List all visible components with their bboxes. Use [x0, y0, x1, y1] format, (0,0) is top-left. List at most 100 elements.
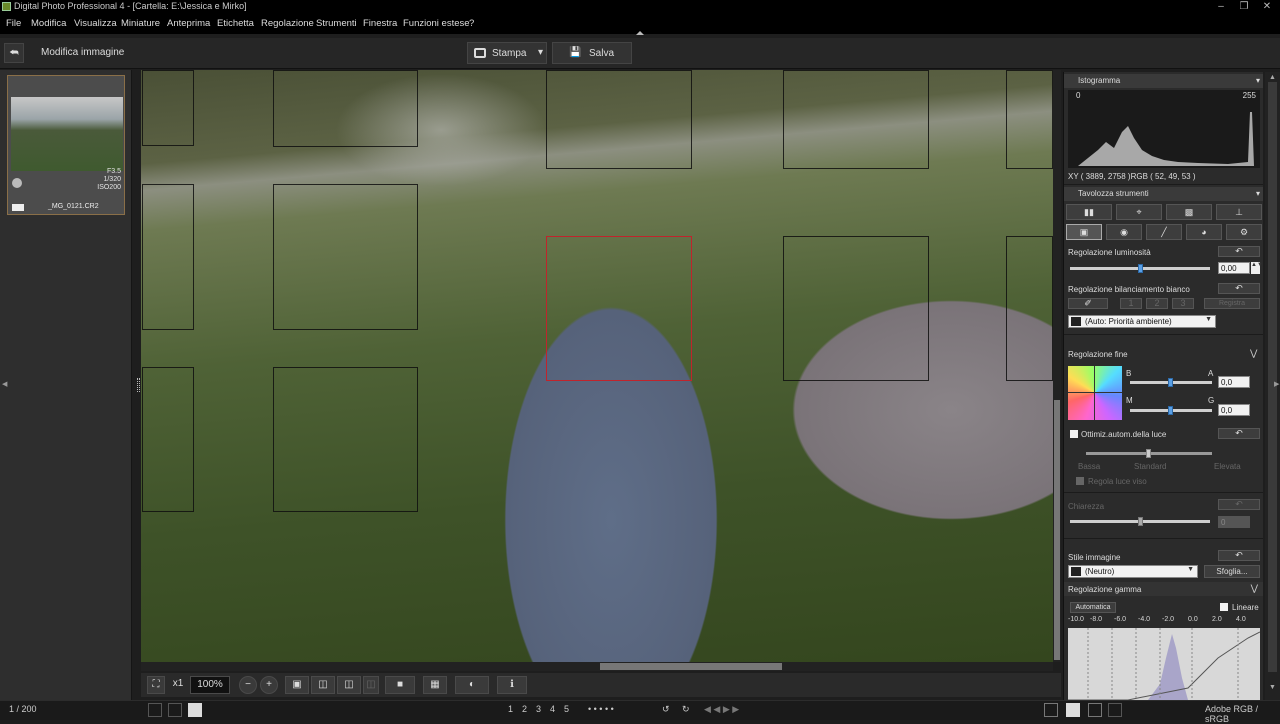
- fine-ba-slider[interactable]: [1130, 378, 1212, 387]
- menu-file[interactable]: File: [6, 18, 21, 29]
- slider-knob[interactable]: [1138, 517, 1143, 526]
- collapse-toolbar-icon[interactable]: [636, 31, 644, 35]
- histogram-header[interactable]: Istogramma ▾: [1064, 74, 1263, 88]
- tool-palette-header[interactable]: Tavolozza strumenti ▾: [1064, 187, 1263, 201]
- color-wheel[interactable]: [1068, 366, 1122, 420]
- rating-1[interactable]: 1: [508, 704, 513, 714]
- vertical-scroll-thumb[interactable]: [1054, 400, 1060, 660]
- alo-checkbox[interactable]: [1070, 430, 1078, 438]
- rotate-right-icon[interactable]: ↻: [682, 704, 690, 715]
- brightness-value[interactable]: 0,00: [1218, 262, 1250, 274]
- chevron-down-icon[interactable]: ▾: [1256, 187, 1260, 201]
- highlight-warning-icon[interactable]: ◐: [455, 676, 489, 694]
- alo-reset-icon[interactable]: ↶: [1218, 428, 1260, 439]
- tab-color[interactable]: ◕: [1186, 224, 1222, 240]
- scroll-down-icon[interactable]: ▼: [1269, 684, 1276, 691]
- gamma-auto-button[interactable]: Automatica: [1070, 602, 1116, 613]
- grid-view-large-icon[interactable]: [188, 703, 202, 717]
- info-icon[interactable]: ℹ: [497, 676, 527, 694]
- label-dots[interactable]: • • • • •: [588, 704, 614, 714]
- layout-icon[interactable]: [1044, 703, 1058, 717]
- clarity-slider[interactable]: [1070, 517, 1210, 526]
- tool-edit-icon[interactable]: ▮▮: [1066, 204, 1112, 220]
- tab-settings[interactable]: ⚙: [1226, 224, 1262, 240]
- wb-preset-3[interactable]: 3: [1172, 298, 1194, 309]
- slider-knob[interactable]: [1146, 449, 1151, 458]
- brightness-slider[interactable]: [1070, 264, 1210, 273]
- browse-button[interactable]: Sfoglia...: [1204, 565, 1260, 578]
- tab-detail[interactable]: ◉: [1106, 224, 1142, 240]
- fine-mg-value[interactable]: 0,0: [1218, 404, 1250, 416]
- back-arrow-icon[interactable]: ⮪: [4, 43, 24, 63]
- zoom-level-select[interactable]: 100%: [190, 676, 230, 694]
- right-scroll-thumb[interactable]: [1268, 82, 1277, 672]
- stamp-icon[interactable]: ⊥: [1216, 204, 1262, 220]
- gamma-graph[interactable]: [1068, 628, 1261, 700]
- compare-view-icon[interactable]: ◫: [311, 676, 335, 694]
- zoom-out-icon[interactable]: −: [239, 676, 257, 694]
- thumbnail-item[interactable]: F3.5 1/320 ISO200 _MG_0121.CR2: [7, 75, 125, 215]
- fullscreen-icon[interactable]: [1088, 703, 1102, 717]
- horizontal-scrollbar[interactable]: [141, 662, 1053, 671]
- navigation-arrows[interactable]: ◀ ◀ ▶ ▶: [704, 704, 739, 715]
- picture-style-select[interactable]: (Neutro) ▼: [1068, 565, 1198, 578]
- menu-visualizza[interactable]: Visualizza: [74, 18, 117, 29]
- slider-knob[interactable]: [1168, 378, 1173, 387]
- tab-tone-curve[interactable]: ╱: [1146, 224, 1182, 240]
- menu-help[interactable]: ?: [469, 18, 474, 29]
- grid-view-small-icon[interactable]: [148, 703, 162, 717]
- linear-checkbox[interactable]: [1220, 603, 1228, 611]
- rating-4[interactable]: 4: [550, 704, 555, 714]
- eyedropper-icon[interactable]: ✐: [1068, 298, 1108, 309]
- fine-mg-slider[interactable]: [1130, 406, 1212, 415]
- menu-strumenti[interactable]: Strumenti: [316, 18, 357, 29]
- zoom-in-icon[interactable]: +: [260, 676, 278, 694]
- single-view-icon[interactable]: [1066, 703, 1080, 717]
- scroll-up-icon[interactable]: ▲: [1269, 74, 1276, 81]
- wb-mode-select[interactable]: (Auto: Priorità ambiente) ▼: [1068, 315, 1216, 328]
- fit-screen-icon[interactable]: ⛶: [147, 676, 165, 694]
- style-reset-icon[interactable]: ↶: [1218, 550, 1260, 561]
- save-button[interactable]: 💾 Salva: [552, 42, 632, 64]
- right-collapse-icon[interactable]: ▶: [1274, 380, 1279, 388]
- splitter-handle[interactable]: [137, 378, 140, 392]
- vertical-scrollbar[interactable]: [1053, 70, 1061, 662]
- expand-icon[interactable]: ⋁: [1251, 583, 1258, 594]
- camera-icon[interactable]: [1108, 703, 1122, 717]
- menu-finestra[interactable]: Finestra: [363, 18, 397, 29]
- gamma-header[interactable]: Regolazione gamma ⋁: [1064, 582, 1263, 596]
- menu-etichetta[interactable]: Etichetta: [217, 18, 254, 29]
- wb-reset-icon[interactable]: ↶: [1218, 283, 1260, 294]
- rating-3[interactable]: 3: [536, 704, 541, 714]
- grid-view-medium-icon[interactable]: [168, 703, 182, 717]
- rating-5[interactable]: 5: [564, 704, 569, 714]
- menu-funzioni-estese[interactable]: Funzioni estese: [403, 18, 470, 29]
- crop-icon[interactable]: ⌖: [1116, 204, 1162, 220]
- wb-register-button[interactable]: Registra: [1204, 298, 1260, 309]
- menu-anteprima[interactable]: Anteprima: [167, 18, 210, 29]
- af-point-toggle-icon[interactable]: ▣: [285, 676, 309, 694]
- image-viewer[interactable]: [141, 70, 1053, 662]
- dust-removal-icon[interactable]: ▩: [1166, 204, 1212, 220]
- close-icon[interactable]: ✕: [1252, 0, 1280, 14]
- sync-view-icon[interactable]: ◫: [363, 676, 379, 694]
- split-view-icon[interactable]: ◫: [337, 676, 361, 694]
- expand-icon[interactable]: ⋁: [1250, 348, 1257, 359]
- face-light-checkbox[interactable]: [1076, 477, 1084, 485]
- brightness-reset-icon[interactable]: ↶: [1218, 246, 1260, 257]
- wb-preset-2[interactable]: 2: [1146, 298, 1168, 309]
- grid-overlay-icon[interactable]: ▦: [423, 676, 447, 694]
- alo-slider[interactable]: [1086, 449, 1212, 458]
- brightness-spinner[interactable]: ▲▼: [1251, 262, 1263, 274]
- menu-regolazione[interactable]: Regolazione: [261, 18, 314, 29]
- horizontal-scroll-thumb[interactable]: [600, 663, 782, 670]
- slider-knob[interactable]: [1168, 406, 1173, 415]
- background-color-icon[interactable]: ■: [385, 676, 415, 694]
- chevron-down-icon[interactable]: ▾: [538, 43, 543, 63]
- menu-miniature[interactable]: Miniature: [121, 18, 160, 29]
- chevron-down-icon[interactable]: ▼: [1187, 566, 1194, 573]
- rating-2[interactable]: 2: [522, 704, 527, 714]
- fine-ba-value[interactable]: 0,0: [1218, 376, 1250, 388]
- clarity-value[interactable]: 0: [1218, 516, 1250, 528]
- chevron-down-icon[interactable]: ▾: [1256, 74, 1260, 88]
